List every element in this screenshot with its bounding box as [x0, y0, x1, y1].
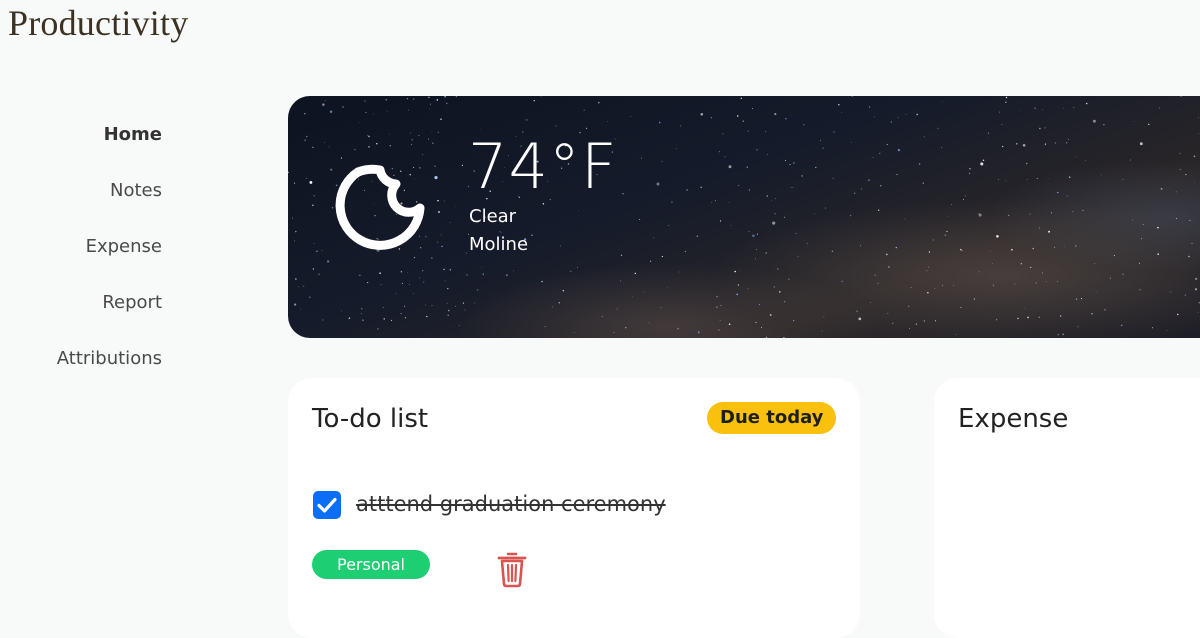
weather-location: Moline	[469, 234, 528, 255]
weather-condition: Clear	[469, 206, 516, 227]
sidebar-item-notes[interactable]: Notes	[0, 174, 162, 230]
sidebar-item-attributions[interactable]: Attributions	[0, 342, 162, 398]
expense-card: Expense	[934, 378, 1200, 638]
todo-card: To-do list Due today atttend graduation …	[288, 378, 860, 638]
todo-title: To-do list	[312, 404, 428, 434]
due-today-badge: Due today	[707, 402, 836, 434]
task-tag-personal: Personal	[312, 550, 430, 579]
app-title: Productivity	[8, 2, 188, 44]
task-checkbox[interactable]	[313, 491, 341, 519]
sidebar-item-home[interactable]: Home	[0, 118, 162, 174]
checkmark-icon	[313, 491, 341, 519]
sidebar-item-report[interactable]: Report	[0, 286, 162, 342]
expense-title: Expense	[958, 404, 1068, 434]
sidebar-nav: Home Notes Expense Report Attributions	[0, 118, 162, 398]
trash-icon[interactable]	[497, 550, 527, 588]
temperature: 74°F	[468, 130, 618, 203]
task-text: atttend graduation ceremony	[356, 492, 666, 516]
sidebar-item-expense[interactable]: Expense	[0, 230, 162, 286]
moon-icon	[330, 164, 430, 260]
